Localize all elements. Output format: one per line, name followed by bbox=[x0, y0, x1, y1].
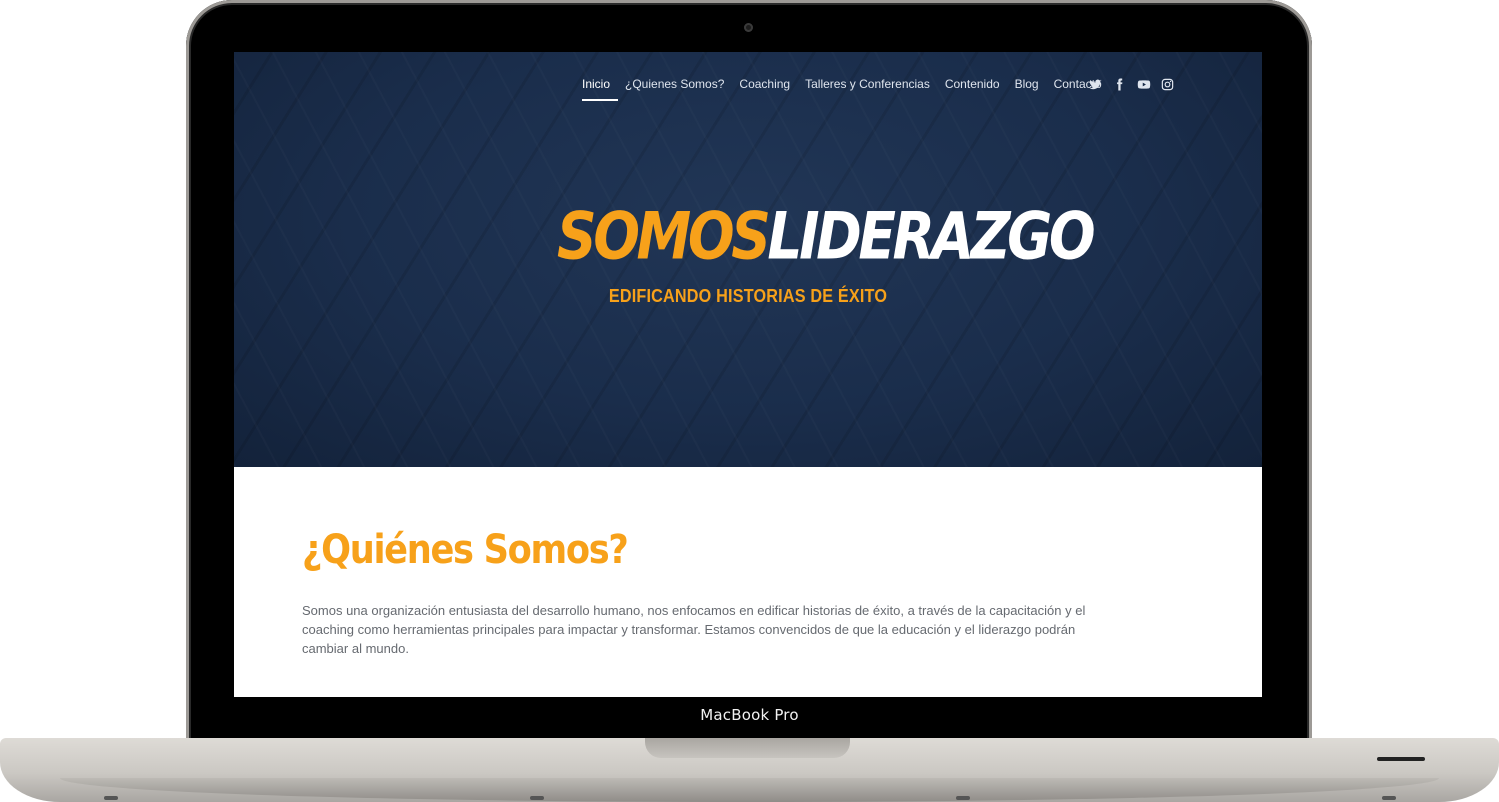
youtube-icon[interactable] bbox=[1137, 76, 1151, 91]
camera-icon bbox=[744, 23, 753, 32]
nav-item-inicio[interactable]: Inicio bbox=[582, 77, 618, 101]
laptop-notch bbox=[645, 738, 850, 758]
logo-somos: SOMOS bbox=[557, 199, 771, 275]
nav-item-contenido[interactable]: Contenido bbox=[937, 77, 1007, 91]
laptop-foot bbox=[1382, 796, 1396, 800]
main-nav: Inicio ¿Quienes Somos? Coaching Talleres… bbox=[582, 77, 1109, 101]
hero-tagline: EDIFICANDO HISTORIAS DE ÉXITO bbox=[608, 286, 888, 306]
nav-item-talleres[interactable]: Talleres y Conferencias bbox=[798, 77, 938, 91]
logo-liderazgo: LIDERAZGO bbox=[767, 199, 1095, 275]
hero-section: Inicio ¿Quienes Somos? Coaching Talleres… bbox=[234, 52, 1262, 467]
brand-logo[interactable]: SOMOSLIDERAZGO bbox=[557, 199, 1096, 275]
section-text: Somos una organización entusiasta del de… bbox=[302, 603, 1086, 656]
facebook-icon[interactable] bbox=[1113, 76, 1126, 91]
nav-item-quienes-somos[interactable]: ¿Quienes Somos? bbox=[618, 77, 732, 91]
laptop-foot bbox=[956, 796, 970, 800]
laptop-foot bbox=[104, 796, 118, 800]
social-links bbox=[1089, 76, 1174, 91]
nav-item-blog[interactable]: Blog bbox=[1007, 77, 1046, 91]
section-title: ¿Quiénes Somos? bbox=[302, 527, 629, 573]
laptop-slot bbox=[1377, 757, 1425, 761]
about-section: ¿Quiénes Somos? Somos una organización e… bbox=[234, 467, 1262, 697]
nav-item-coaching[interactable]: Coaching bbox=[732, 77, 798, 91]
device-label: MacBook Pro bbox=[700, 706, 799, 724]
instagram-icon[interactable] bbox=[1161, 76, 1174, 91]
laptop-foot bbox=[530, 796, 544, 800]
browser-viewport: Inicio ¿Quienes Somos? Coaching Talleres… bbox=[234, 52, 1262, 697]
twitter-icon[interactable] bbox=[1089, 76, 1102, 91]
